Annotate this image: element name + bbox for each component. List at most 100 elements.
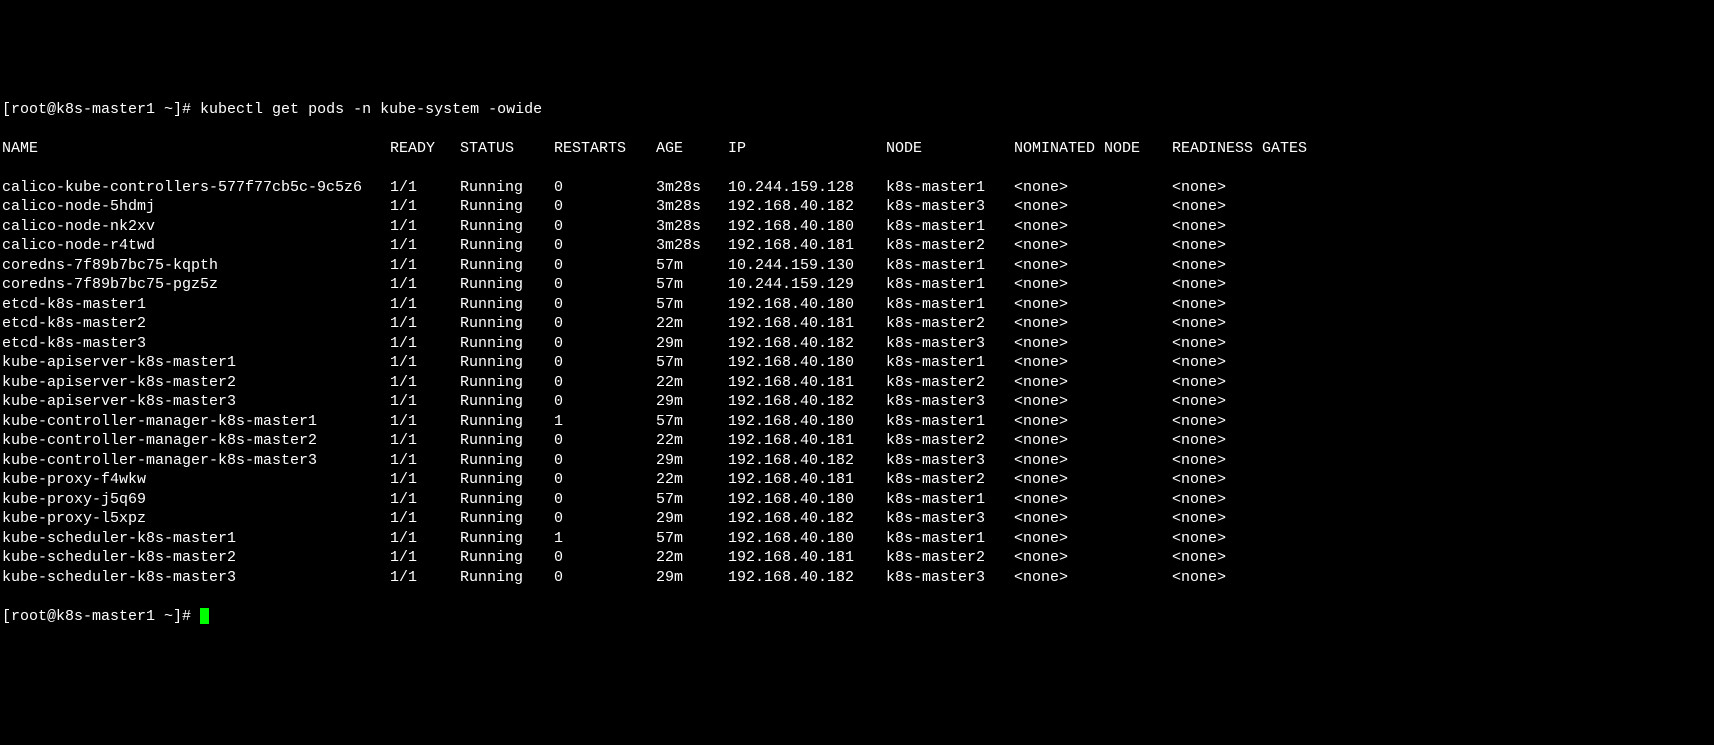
cell-node: k8s-master1 bbox=[886, 217, 1014, 237]
cell-nominated: <none> bbox=[1014, 392, 1172, 412]
cell-node: k8s-master1 bbox=[886, 256, 1014, 276]
cell-restarts: 0 bbox=[554, 353, 656, 373]
cell-status: Running bbox=[460, 178, 554, 198]
cell-ready: 1/1 bbox=[390, 392, 460, 412]
cell-node: k8s-master2 bbox=[886, 431, 1014, 451]
cell-restarts: 0 bbox=[554, 470, 656, 490]
cell-name: kube-proxy-f4wkw bbox=[2, 470, 390, 490]
cell-status: Running bbox=[460, 197, 554, 217]
cell-ip: 10.244.159.130 bbox=[728, 256, 886, 276]
cell-nominated: <none> bbox=[1014, 470, 1172, 490]
cell-ip: 192.168.40.181 bbox=[728, 470, 886, 490]
cell-ip: 192.168.40.180 bbox=[728, 490, 886, 510]
cell-restarts: 0 bbox=[554, 509, 656, 529]
cell-status: Running bbox=[460, 295, 554, 315]
cell-name: etcd-k8s-master3 bbox=[2, 334, 390, 354]
cell-nominated: <none> bbox=[1014, 334, 1172, 354]
cell-ip: 192.168.40.181 bbox=[728, 373, 886, 393]
cell-nominated: <none> bbox=[1014, 412, 1172, 432]
table-row: kube-controller-manager-k8s-master31/1Ru… bbox=[2, 451, 1712, 471]
terminal-output: [root@k8s-master1 ~]# kubectl get pods -… bbox=[2, 80, 1712, 646]
cell-name: kube-apiserver-k8s-master1 bbox=[2, 353, 390, 373]
cell-name: kube-proxy-j5q69 bbox=[2, 490, 390, 510]
cell-restarts: 0 bbox=[554, 431, 656, 451]
cell-node: k8s-master1 bbox=[886, 275, 1014, 295]
cell-ready: 1/1 bbox=[390, 568, 460, 588]
cell-name: calico-kube-controllers-577f77cb5c-9c5z6 bbox=[2, 178, 390, 198]
cell-restarts: 0 bbox=[554, 178, 656, 198]
cell-age: 29m bbox=[656, 568, 728, 588]
cell-ip: 192.168.40.182 bbox=[728, 392, 886, 412]
cell-ready: 1/1 bbox=[390, 197, 460, 217]
cell-age: 22m bbox=[656, 431, 728, 451]
cell-ready: 1/1 bbox=[390, 295, 460, 315]
cell-name: kube-proxy-l5xpz bbox=[2, 509, 390, 529]
header-name: NAME bbox=[2, 139, 390, 159]
cell-ip: 192.168.40.180 bbox=[728, 217, 886, 237]
cell-age: 57m bbox=[656, 295, 728, 315]
cell-name: etcd-k8s-master2 bbox=[2, 314, 390, 334]
cell-age: 3m28s bbox=[656, 236, 728, 256]
cell-status: Running bbox=[460, 568, 554, 588]
prompt-line[interactable]: [root@k8s-master1 ~]# bbox=[2, 607, 1712, 627]
cell-nominated: <none> bbox=[1014, 178, 1172, 198]
table-row: coredns-7f89b7bc75-pgz5z1/1Running057m10… bbox=[2, 275, 1712, 295]
table-row: kube-apiserver-k8s-master21/1Running022m… bbox=[2, 373, 1712, 393]
cell-ip: 192.168.40.180 bbox=[728, 353, 886, 373]
header-age: AGE bbox=[656, 139, 728, 159]
cell-restarts: 0 bbox=[554, 548, 656, 568]
header-readiness: READINESS GATES bbox=[1172, 139, 1307, 159]
cell-ready: 1/1 bbox=[390, 490, 460, 510]
cell-ip: 192.168.40.181 bbox=[728, 548, 886, 568]
cell-ip: 192.168.40.180 bbox=[728, 412, 886, 432]
cell-nominated: <none> bbox=[1014, 568, 1172, 588]
prompt: [root@k8s-master1 ~]# bbox=[2, 101, 200, 118]
cell-ready: 1/1 bbox=[390, 353, 460, 373]
cell-readiness: <none> bbox=[1172, 529, 1226, 549]
header-node: NODE bbox=[886, 139, 1014, 159]
cell-name: kube-scheduler-k8s-master1 bbox=[2, 529, 390, 549]
table-body: calico-kube-controllers-577f77cb5c-9c5z6… bbox=[2, 178, 1712, 588]
cell-nominated: <none> bbox=[1014, 529, 1172, 549]
cell-readiness: <none> bbox=[1172, 314, 1226, 334]
cell-ready: 1/1 bbox=[390, 451, 460, 471]
header-nominated: NOMINATED NODE bbox=[1014, 139, 1172, 159]
cell-name: kube-apiserver-k8s-master2 bbox=[2, 373, 390, 393]
cell-node: k8s-master1 bbox=[886, 529, 1014, 549]
cell-nominated: <none> bbox=[1014, 256, 1172, 276]
cell-age: 29m bbox=[656, 392, 728, 412]
cell-ready: 1/1 bbox=[390, 178, 460, 198]
cell-ready: 1/1 bbox=[390, 548, 460, 568]
cell-ready: 1/1 bbox=[390, 373, 460, 393]
cell-ready: 1/1 bbox=[390, 334, 460, 354]
cell-name: kube-scheduler-k8s-master2 bbox=[2, 548, 390, 568]
cell-nominated: <none> bbox=[1014, 451, 1172, 471]
cell-node: k8s-master3 bbox=[886, 334, 1014, 354]
cell-ready: 1/1 bbox=[390, 217, 460, 237]
cell-ip: 192.168.40.180 bbox=[728, 529, 886, 549]
cell-status: Running bbox=[460, 314, 554, 334]
cell-ready: 1/1 bbox=[390, 529, 460, 549]
cell-age: 57m bbox=[656, 256, 728, 276]
cell-readiness: <none> bbox=[1172, 490, 1226, 510]
cell-nominated: <none> bbox=[1014, 353, 1172, 373]
cell-nominated: <none> bbox=[1014, 314, 1172, 334]
table-row: coredns-7f89b7bc75-kqpth1/1Running057m10… bbox=[2, 256, 1712, 276]
cell-node: k8s-master1 bbox=[886, 353, 1014, 373]
cell-age: 3m28s bbox=[656, 217, 728, 237]
cell-restarts: 1 bbox=[554, 529, 656, 549]
cell-node: k8s-master2 bbox=[886, 548, 1014, 568]
cell-node: k8s-master1 bbox=[886, 490, 1014, 510]
cell-name: kube-apiserver-k8s-master3 bbox=[2, 392, 390, 412]
cell-name: coredns-7f89b7bc75-kqpth bbox=[2, 256, 390, 276]
cell-ready: 1/1 bbox=[390, 470, 460, 490]
cell-ip: 192.168.40.182 bbox=[728, 568, 886, 588]
table-row: calico-node-nk2xv1/1Running03m28s192.168… bbox=[2, 217, 1712, 237]
cell-age: 57m bbox=[656, 353, 728, 373]
header-ready: READY bbox=[390, 139, 460, 159]
cell-nominated: <none> bbox=[1014, 490, 1172, 510]
cell-nominated: <none> bbox=[1014, 236, 1172, 256]
cell-status: Running bbox=[460, 509, 554, 529]
cell-node: k8s-master3 bbox=[886, 197, 1014, 217]
cell-name: kube-controller-manager-k8s-master1 bbox=[2, 412, 390, 432]
